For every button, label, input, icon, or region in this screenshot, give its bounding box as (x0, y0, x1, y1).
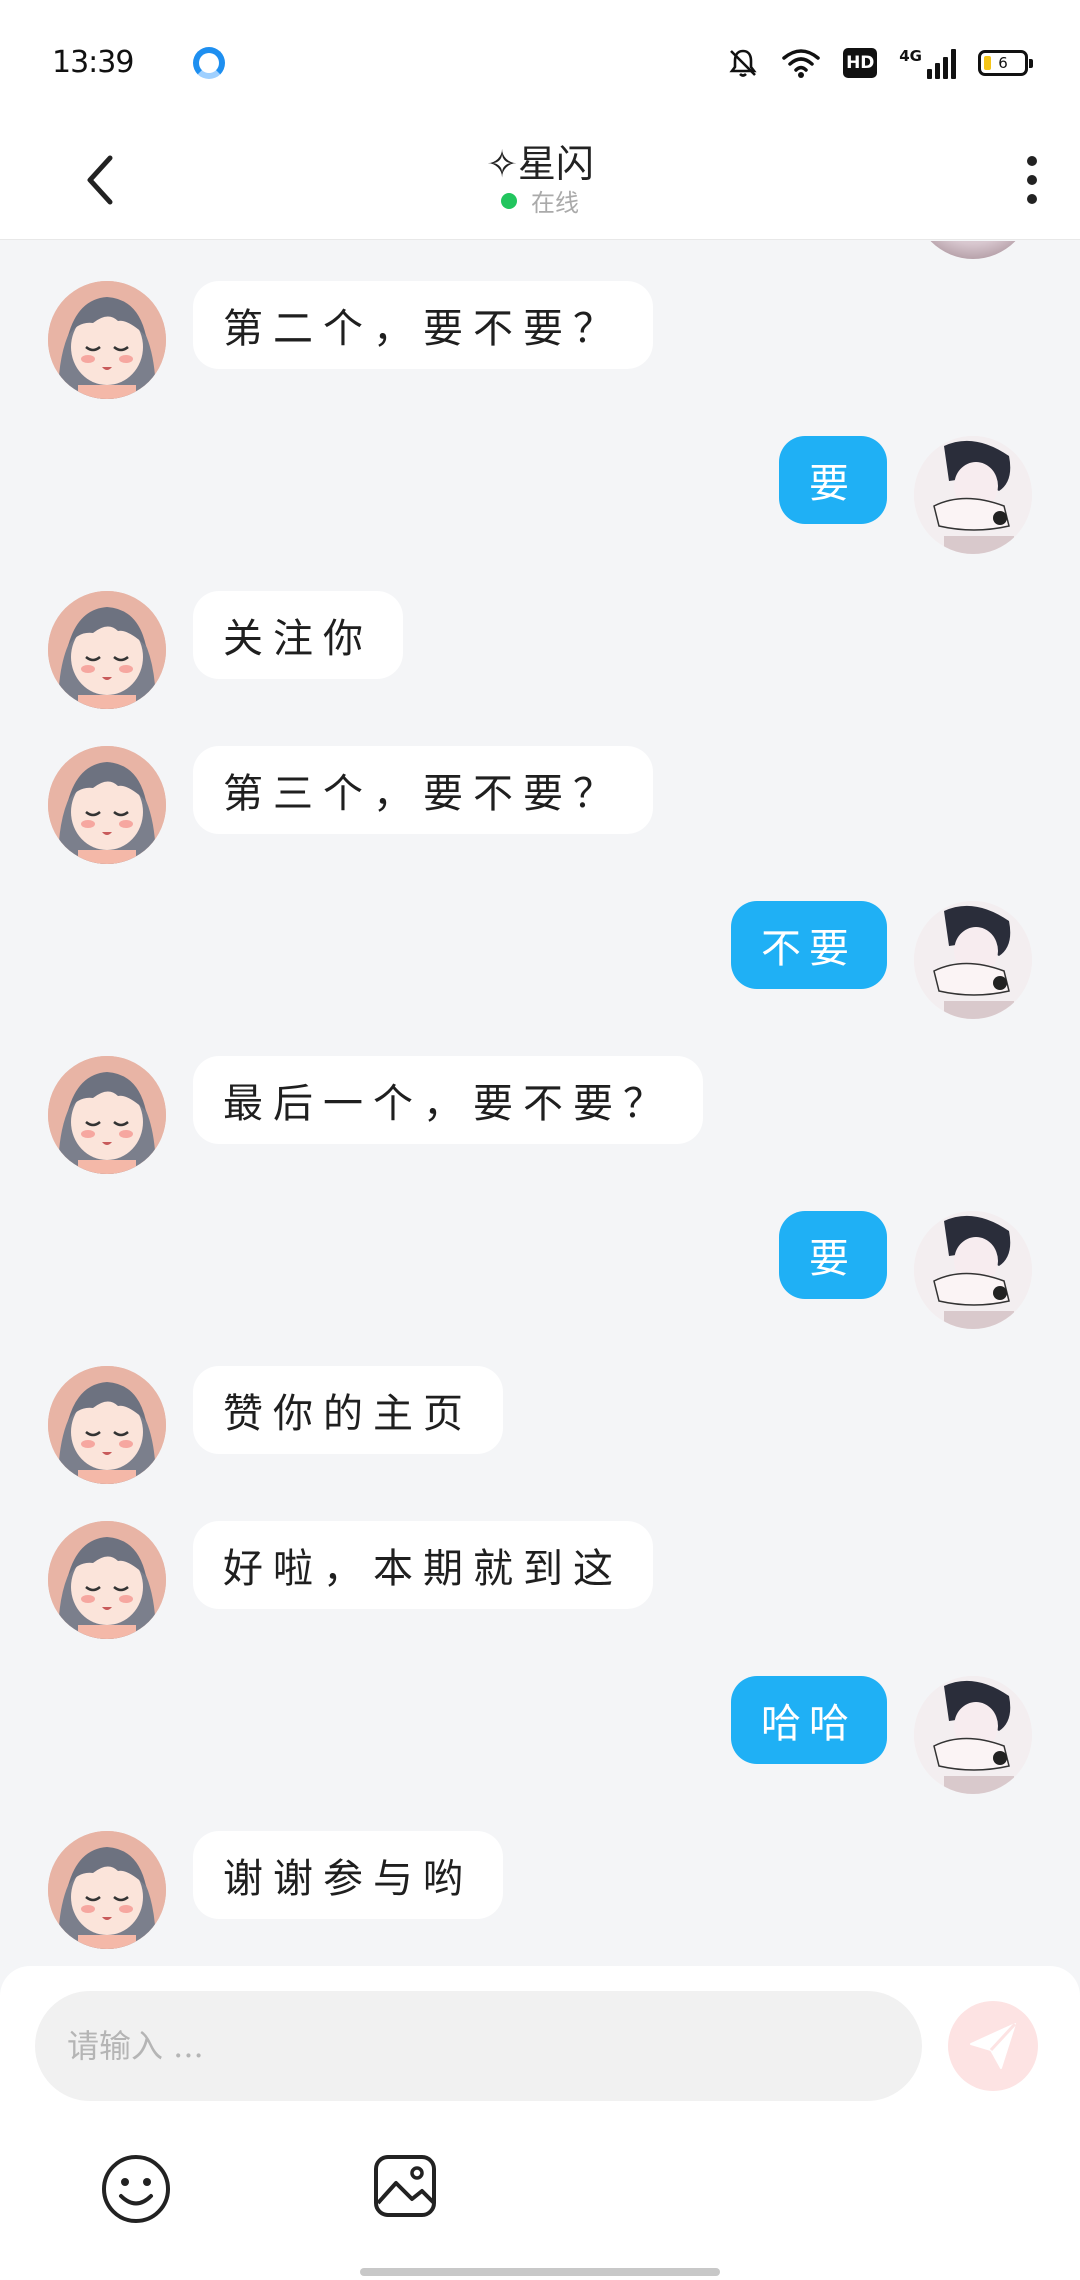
chat-header: ✧星闪 在线 (0, 125, 1080, 240)
battery-level: 6 (998, 53, 1008, 72)
status-icons: HD 4G 6 (727, 47, 1033, 79)
message-bubble[interactable]: 好啦，本期就到这 (193, 1521, 653, 1609)
message-bubble[interactable]: 哈哈 (731, 1676, 887, 1764)
more-button[interactable] (1012, 140, 1052, 220)
message-item: 要 (0, 1211, 1080, 1331)
avatar[interactable] (48, 1521, 166, 1639)
more-dot (1027, 156, 1037, 166)
avatar[interactable] (914, 241, 1032, 259)
message-item: 关注你 (0, 591, 1080, 711)
online-status: 在线 (0, 183, 1080, 218)
message-item: 好啦，本期就到这 (0, 1521, 1080, 1641)
avatar[interactable] (914, 1676, 1032, 1794)
message-bubble[interactable]: 赞你的主页 (193, 1366, 503, 1454)
avatar[interactable] (48, 1056, 166, 1174)
image-button[interactable] (372, 2153, 438, 2223)
avatar[interactable] (48, 1366, 166, 1484)
message-item: 哈哈 (0, 1676, 1080, 1796)
anime-girl-avatar-icon (48, 1831, 166, 1949)
online-dot (501, 192, 517, 209)
status-bar: 13:39 HD 4G 6 (0, 0, 1080, 125)
avatar[interactable] (48, 591, 166, 709)
anime-girl-avatar-icon (48, 1366, 166, 1484)
message-bubble[interactable]: 谢谢参与哟 (193, 1831, 503, 1919)
emoji-button[interactable] (100, 2153, 172, 2229)
profile-avatar-icon (914, 436, 1032, 554)
message-item: 赞你的主页 (0, 1366, 1080, 1486)
input-area (0, 1966, 1080, 2280)
message-list[interactable]: 第二个，要不要？ 要 关注你 第三个，要不要？ 不要 最后一个，要不要？ 要 赞… (0, 241, 1080, 1966)
message-item: 最后一个，要不要？ (0, 1056, 1080, 1176)
message-bubble[interactable]: 最后一个，要不要？ (193, 1056, 703, 1144)
message-item: 第二个，要不要？ (0, 281, 1080, 401)
battery-icon: 6 (978, 49, 1033, 76)
message-bubble[interactable]: 第三个，要不要？ (193, 746, 653, 834)
avatar[interactable] (914, 901, 1032, 1019)
home-indicator[interactable] (360, 2268, 720, 2276)
mute-bell-icon (727, 47, 759, 79)
anime-girl-avatar-icon (48, 591, 166, 709)
more-dot (1027, 175, 1037, 185)
wifi-icon (781, 47, 821, 79)
message-input[interactable] (35, 1991, 922, 2101)
more-dot (1027, 194, 1037, 204)
image-icon (374, 2155, 436, 2217)
status-time: 13:39 (52, 45, 134, 80)
message-bubble[interactable]: 要 (779, 436, 887, 524)
send-icon (970, 2022, 1017, 2069)
loading-icon (193, 46, 226, 79)
network-type: 4G (899, 46, 922, 65)
chat-title: ✧星闪 (486, 142, 594, 186)
message-item: 不要 (0, 901, 1080, 1021)
send-button[interactable] (948, 2001, 1038, 2091)
profile-avatar-icon (914, 1211, 1032, 1329)
avatar[interactable] (914, 436, 1032, 554)
anime-girl-avatar-icon (48, 746, 166, 864)
anime-girl-avatar-icon (48, 1056, 166, 1174)
emoji-icon (102, 2155, 170, 2223)
profile-avatar-icon (914, 1676, 1032, 1794)
online-label: 在线 (531, 189, 579, 217)
avatar[interactable] (48, 281, 166, 399)
message-bubble[interactable]: 第二个，要不要？ (193, 281, 653, 369)
message-item: 第三个，要不要？ (0, 746, 1080, 866)
message-bubble[interactable]: 要 (779, 1211, 887, 1299)
signal-icon: 4G (899, 47, 956, 79)
message-bubble[interactable]: 不要 (731, 901, 887, 989)
message-bubble[interactable]: 关注你 (193, 591, 403, 679)
anime-girl-avatar-icon (48, 281, 166, 399)
avatar[interactable] (914, 1211, 1032, 1329)
message-item: 要 (0, 436, 1080, 556)
avatar[interactable] (48, 746, 166, 864)
avatar[interactable] (48, 1831, 166, 1949)
hd-icon: HD (843, 47, 878, 78)
anime-girl-avatar-icon (48, 1521, 166, 1639)
profile-avatar-icon (914, 901, 1032, 1019)
message-item: 谢谢参与哟 (0, 1831, 1080, 1951)
